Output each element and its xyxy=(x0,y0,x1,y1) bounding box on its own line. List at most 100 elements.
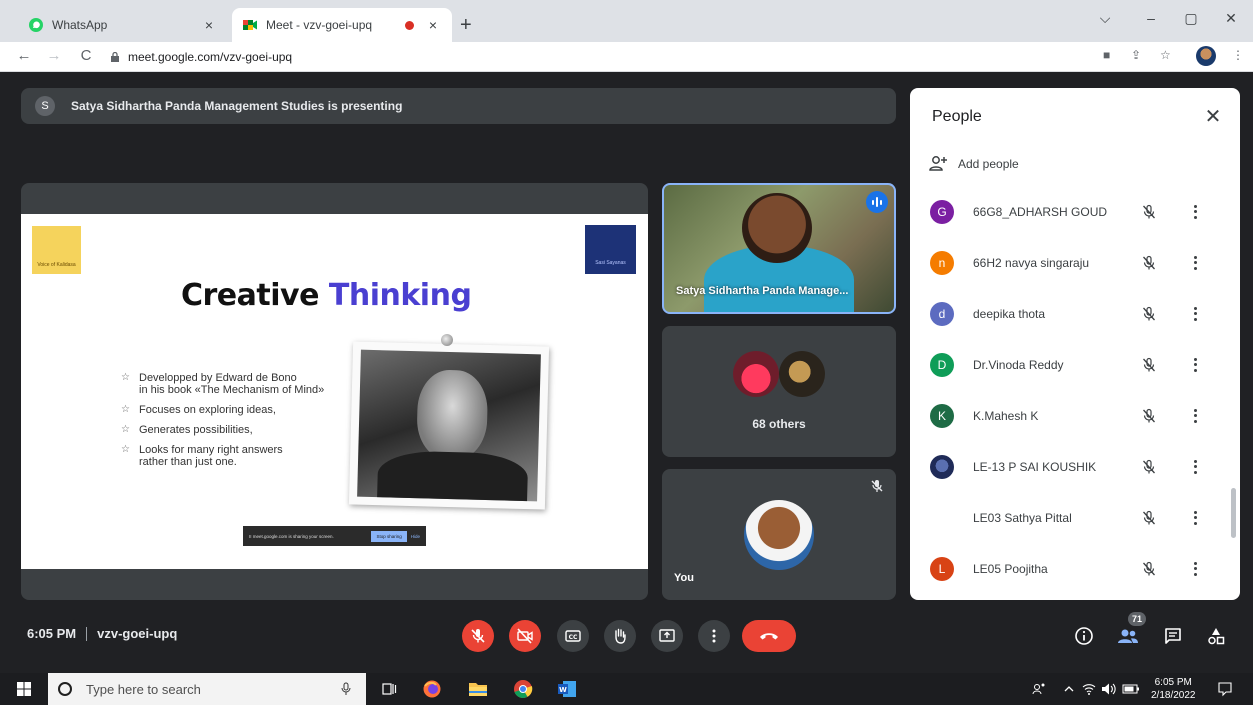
profile-avatar[interactable] xyxy=(1196,46,1216,66)
closed-captions-icon: CC xyxy=(565,630,581,642)
raise-hand-button[interactable] xyxy=(604,620,636,652)
show-everyone-button[interactable] xyxy=(1116,624,1140,648)
recording-indicator-icon xyxy=(405,20,414,30)
screen-share-notice: II meet.google.com is sharing your scree… xyxy=(243,526,426,546)
bookmark-star-icon[interactable]: ☆ xyxy=(1160,48,1171,62)
participant-row[interactable]: D Dr.Vinoda Reddy xyxy=(910,339,1240,390)
firefox-icon xyxy=(423,680,441,698)
action-center-button[interactable] xyxy=(1214,678,1236,700)
chevron-up-icon xyxy=(1064,686,1074,692)
speaker-video-tile[interactable]: Satya Sidhartha Panda Manage... xyxy=(662,183,896,314)
browser-menu-icon[interactable]: ⋮ xyxy=(1232,48,1244,62)
svg-text:CC: CC xyxy=(569,634,578,641)
self-label: You xyxy=(674,572,694,584)
participant-more-options-icon[interactable] xyxy=(1190,305,1200,323)
more-vert-icon xyxy=(712,629,716,643)
address-bar[interactable]: meet.google.com/vzv-goei-upq xyxy=(110,46,1180,68)
camera-toggle-button[interactable] xyxy=(509,620,541,652)
meeting-details-button[interactable] xyxy=(1072,624,1096,648)
battery-icon[interactable] xyxy=(1120,678,1142,700)
system-clock[interactable]: 6:05 PM 2/18/2022 xyxy=(1151,676,1196,702)
forward-button[interactable]: → xyxy=(44,47,64,64)
participant-more-options-icon[interactable] xyxy=(1190,203,1200,221)
participant-more-options-icon[interactable] xyxy=(1190,509,1200,527)
participant-row[interactable]: d deepika thota xyxy=(910,288,1240,339)
close-panel-icon[interactable]: ✕ xyxy=(1202,106,1224,128)
slide-bullet: ☆ Looks for many right answers rather th… xyxy=(121,444,283,468)
close-tab-icon[interactable]: × xyxy=(424,17,442,33)
logo-right: Sasi Sayanas xyxy=(585,225,636,274)
participant-avatar: d xyxy=(930,301,954,326)
close-window-button[interactable]: ✕ xyxy=(1216,10,1246,27)
mic-muted-icon xyxy=(1143,357,1155,371)
activities-button[interactable] xyxy=(1204,624,1228,648)
participant-more-options-icon[interactable] xyxy=(1190,254,1200,272)
participant-more-options-icon[interactable] xyxy=(1190,356,1200,374)
new-tab-button[interactable]: + xyxy=(460,14,472,37)
back-button[interactable]: ← xyxy=(14,47,34,64)
self-video-tile[interactable]: You xyxy=(662,469,896,600)
tab-whatsapp[interactable]: WhatsApp × xyxy=(18,8,228,42)
tab-meet[interactable]: Meet - vzv-goei-upq × xyxy=(232,8,452,42)
participant-avatar: L xyxy=(930,556,954,581)
participant-more-options-icon[interactable] xyxy=(1190,560,1200,578)
people-panel: People ✕ Add people G 66G8_ADHARSH GOUD n 6… xyxy=(910,88,1240,600)
participant-row[interactable]: LE03 Sathya Pittal xyxy=(910,492,1240,543)
firefox-taskbar-button[interactable] xyxy=(421,678,443,700)
present-now-button[interactable] xyxy=(651,620,683,652)
pushpin-icon xyxy=(441,334,453,346)
slide-bullet: ☆ Generates possibilities, xyxy=(121,424,253,436)
file-explorer-taskbar-button[interactable] xyxy=(467,678,489,700)
participant-row[interactable]: K K.Mahesh K xyxy=(910,390,1240,441)
taskbar-search[interactable]: Type here to search xyxy=(48,673,366,705)
mic-muted-icon xyxy=(1143,510,1155,524)
stop-sharing-button[interactable]: Stop sharing xyxy=(371,530,407,542)
info-icon xyxy=(1075,627,1093,645)
tab-search-icon[interactable]: ⌵ xyxy=(1090,10,1120,27)
participant-more-options-icon[interactable] xyxy=(1190,458,1200,476)
others-tile[interactable]: 68 others xyxy=(662,326,896,457)
maximize-button[interactable]: ▢ xyxy=(1176,10,1206,27)
people-tray-icon[interactable] xyxy=(1028,678,1050,700)
url-text: meet.google.com/vzv-goei-upq xyxy=(128,50,293,64)
show-hidden-icons-button[interactable] xyxy=(1058,678,1080,700)
minimize-button[interactable]: – xyxy=(1136,10,1166,26)
reload-button[interactable]: C xyxy=(76,47,96,64)
hide-button[interactable]: Hide xyxy=(411,534,420,539)
lock-icon xyxy=(111,52,119,62)
participant-avatar xyxy=(733,351,779,397)
wifi-icon[interactable] xyxy=(1078,678,1100,700)
chat-button[interactable] xyxy=(1161,624,1185,648)
participant-row[interactable]: n 66H2 navya singaraju xyxy=(910,237,1240,288)
participant-row[interactable]: G 66G8_ADHARSH GOUD xyxy=(910,186,1240,237)
camera-in-use-icon[interactable]: ■ xyxy=(1103,48,1110,62)
windows-start-button[interactable] xyxy=(13,678,35,700)
more-options-button[interactable] xyxy=(698,620,730,652)
meeting-code: vzv-goei-upq xyxy=(97,626,178,641)
hang-up-icon xyxy=(760,633,778,640)
participant-more-options-icon[interactable] xyxy=(1190,407,1200,425)
presenter-avatar: S xyxy=(35,96,55,116)
participant-avatar: D xyxy=(930,352,954,377)
leave-call-button[interactable] xyxy=(742,620,796,652)
task-view-button[interactable] xyxy=(378,678,400,700)
share-icon[interactable]: ⇪ xyxy=(1131,48,1141,62)
add-people-button[interactable]: Add people xyxy=(928,154,1019,174)
tab-title: Meet - vzv-goei-upq xyxy=(266,18,373,32)
participant-list-scrollbar[interactable] xyxy=(1231,488,1236,538)
participant-avatar: K xyxy=(930,403,954,428)
whatsapp-icon xyxy=(28,17,44,33)
close-tab-icon[interactable]: × xyxy=(200,17,218,33)
mic-muted-icon xyxy=(1143,561,1155,575)
microphone-toggle-button[interactable] xyxy=(462,620,494,652)
chrome-taskbar-button[interactable] xyxy=(512,678,534,700)
participant-row[interactable]: LE-13 P SAI KOUSHIK xyxy=(910,441,1240,492)
microphone-icon[interactable] xyxy=(340,682,352,696)
participant-row[interactable]: L LE05 Poojitha xyxy=(910,543,1240,594)
volume-icon[interactable] xyxy=(1098,678,1120,700)
captions-button[interactable]: CC xyxy=(557,620,589,652)
speaking-indicator-icon xyxy=(866,191,888,213)
mic-off-icon xyxy=(471,629,485,643)
word-taskbar-button[interactable]: W xyxy=(556,678,578,700)
presentation-tile[interactable]: Voice of Kalidasa Sasi Sayanas Creative … xyxy=(21,183,648,600)
